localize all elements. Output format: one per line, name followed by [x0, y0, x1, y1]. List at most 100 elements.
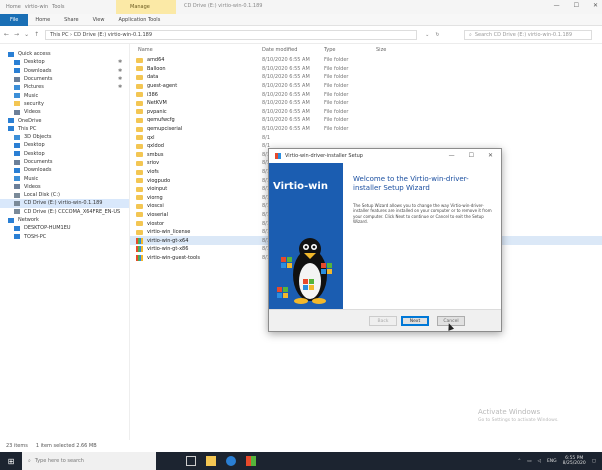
pin-icon[interactable]: ✱ [118, 84, 122, 90]
tab-file[interactable]: File [0, 13, 29, 26]
window-controls: — ☐ ✕ [554, 2, 598, 9]
refresh-icon[interactable]: ↻ [435, 32, 439, 38]
up-arrow-icon[interactable]: ↑ [34, 31, 39, 38]
file-date: 8/10/2020 6:55 AM [262, 126, 310, 133]
file-name-cell: qemufwcfg [136, 117, 262, 123]
file-row[interactable]: NetKVM 8/10/2020 6:55 AM File folder [130, 99, 602, 108]
nav-item[interactable]: DESKTOP-HUM1EU [0, 224, 129, 232]
file-row[interactable]: i386 8/10/2020 6:55 AM File folder [130, 90, 602, 99]
back-arrow-icon[interactable]: ← [4, 31, 9, 38]
search-input[interactable]: ⌕ Search CD Drive (E:) virtio-win-0.1.18… [464, 30, 592, 40]
nav-item[interactable]: Documents [0, 158, 129, 166]
nav-item[interactable]: CD Drive (E:) CCCOMA_X64FRE_EN-US [0, 208, 129, 216]
next-button[interactable]: Next [401, 316, 429, 326]
pin-icon[interactable]: ✱ [118, 68, 122, 74]
video-icon [14, 109, 20, 115]
nav-item[interactable]: Downloads [0, 166, 129, 174]
minimize-icon[interactable]: — [449, 152, 455, 159]
nav-item[interactable]: TOSH-PC [0, 233, 129, 241]
file-row[interactable]: Balloon 8/10/2020 6:55 AM File folder [130, 65, 602, 74]
file-row[interactable]: guest-agent 8/10/2020 6:55 AM File folder [130, 82, 602, 91]
tab-view[interactable]: View [86, 17, 112, 23]
file-row[interactable]: data 8/10/2020 6:55 AM File folder [130, 73, 602, 82]
nav-item[interactable]: security [0, 100, 129, 108]
minimize-icon[interactable]: — [554, 2, 560, 9]
nav-item[interactable]: Network [0, 216, 129, 224]
maximize-icon[interactable]: ☐ [469, 152, 474, 159]
download-icon [14, 167, 20, 173]
file-row[interactable]: pvpanic 8/10/2020 6:55 AM File folder [130, 108, 602, 117]
chevron-down-icon[interactable]: ⌄ [24, 31, 29, 38]
column-header-size[interactable]: Size [376, 47, 386, 53]
tab-share[interactable]: Share [57, 17, 85, 23]
chevron-down-icon[interactable]: ⌄ [425, 32, 429, 38]
network-icon[interactable]: ▭ [527, 459, 531, 464]
address-field[interactable]: This PC › CD Drive (E:) virtio-win-0.1.1… [45, 29, 418, 40]
file-name: amd64 [147, 57, 165, 64]
file-name: viostor [147, 220, 165, 227]
file-row[interactable]: amd64 8/10/2020 6:55 AM File folder [130, 56, 602, 65]
file-row[interactable]: qemupciserial 8/10/2020 6:55 AM File folde… [130, 125, 602, 134]
nav-item-label: Documents [24, 76, 53, 83]
setup-app-icon[interactable] [246, 456, 256, 466]
nav-item[interactable]: Quick access [0, 50, 129, 58]
forward-arrow-icon[interactable]: → [14, 31, 19, 38]
qat-label[interactable]: Tools [52, 4, 64, 10]
address-bar-row: ← → ⌄ ↑ This PC › CD Drive (E:) virtio-w… [0, 26, 602, 44]
nav-item[interactable]: Local Disk (C:) [0, 191, 129, 199]
chevron-up-icon[interactable]: ⌃ [517, 459, 521, 464]
tab-application-tools[interactable]: Application Tools [111, 17, 167, 23]
watermark-line-2: Go to Settings to activate Windows. [478, 418, 559, 423]
nav-item[interactable]: OneDrive [0, 116, 129, 124]
nav-item[interactable]: Desktop [0, 141, 129, 149]
nav-item[interactable]: CD Drive (E:) virtio-win-0.1.189 [0, 199, 129, 208]
pin-icon[interactable]: ✱ [118, 59, 122, 65]
file-name-cell: viogpudo [136, 178, 262, 184]
dialog-titlebar: Virtio-win-driver-installer Setup — ☐ ✕ [269, 149, 501, 163]
clock[interactable]: 6:55 PM 8/25/2020 [563, 456, 586, 466]
nav-item[interactable]: Music [0, 174, 129, 182]
window-title: CD Drive (E:) virtio-win-0.1.189 [184, 3, 263, 9]
nav-item[interactable]: Desktop [0, 150, 129, 158]
column-header-name[interactable]: Name [138, 47, 262, 53]
pin-icon[interactable]: ✱ [118, 76, 122, 82]
qat-label[interactable]: virtio-win [25, 4, 48, 10]
qat-label[interactable]: Home [6, 4, 21, 10]
file-name: vioinput [147, 186, 168, 193]
file-name-cell: i386 [136, 92, 262, 98]
file-date: 8/10/2020 6:55 AM [262, 83, 310, 90]
nav-item[interactable]: Music [0, 91, 129, 99]
windows-start-icon[interactable]: ⊞ [0, 452, 22, 470]
manage-context-tab[interactable]: Manage [116, 0, 176, 14]
nav-item[interactable]: Videos [0, 183, 129, 191]
nav-item-label: Pictures [24, 84, 44, 91]
nav-item[interactable]: 3D Objects [0, 133, 129, 141]
folder-icon [136, 117, 143, 123]
volume-icon[interactable]: ◁ [537, 459, 540, 464]
notification-icon[interactable]: ▢ [592, 459, 596, 464]
browser-icon[interactable] [226, 456, 236, 466]
task-view-icon[interactable] [186, 456, 196, 466]
file-row[interactable]: qxl 8/1 [130, 133, 602, 142]
back-button[interactable]: Back [369, 316, 397, 326]
close-icon[interactable]: ✕ [488, 152, 493, 159]
taskbar-search-input[interactable]: ⌕ Type here to search [22, 452, 156, 470]
tab-home[interactable]: Home [28, 17, 57, 23]
file-row[interactable]: qemufwcfg 8/10/2020 6:55 AM File folder [130, 116, 602, 125]
nav-item[interactable]: Desktop ✱ [0, 58, 129, 66]
watermark-line-1: Activate Windows [478, 408, 541, 416]
file-explorer-icon[interactable] [206, 456, 216, 466]
nav-item[interactable]: Downloads ✱ [0, 67, 129, 75]
nav-item[interactable]: This PC [0, 125, 129, 133]
column-header-type[interactable]: Type [324, 47, 376, 53]
file-name-cell: Balloon [136, 66, 262, 72]
nav-item[interactable]: Videos [0, 108, 129, 116]
column-header-date[interactable]: Date modified [262, 47, 324, 53]
nav-item[interactable]: Documents ✱ [0, 75, 129, 83]
close-icon[interactable]: ✕ [593, 2, 598, 9]
language-indicator[interactable]: ENG [547, 459, 557, 464]
file-name-cell: smbus [136, 152, 262, 158]
maximize-icon[interactable]: ☐ [574, 2, 579, 9]
nav-item[interactable]: Pictures ✱ [0, 83, 129, 91]
file-type: File folder [324, 74, 349, 81]
